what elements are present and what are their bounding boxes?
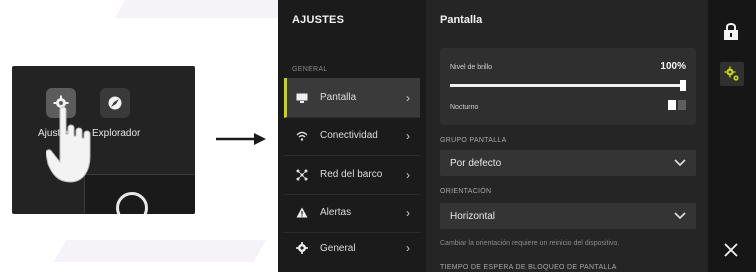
pointing-hand-icon (46, 106, 91, 183)
wifi-icon (294, 128, 310, 144)
warning-icon (294, 205, 310, 221)
sidebar-item-pantalla[interactable]: Pantalla › (284, 78, 420, 118)
lock-icon[interactable] (723, 22, 739, 40)
page-title: Pantalla (440, 14, 483, 26)
sidebar-item-label: Conectividad (320, 130, 378, 141)
device-screen: AJUSTES GENERAL Pantalla › Conectividad … (278, 0, 756, 272)
display-group-label: GRUPO PANTALLA (440, 137, 507, 144)
display-icon (294, 90, 310, 106)
night-mode-label: Nocturno (450, 104, 479, 111)
compass-icon (108, 96, 122, 110)
sidebar-item-label: General (320, 242, 356, 254)
close-icon[interactable] (723, 242, 739, 258)
brightness-label: Nivel de brillo (450, 64, 493, 71)
toggle-knob (668, 100, 676, 110)
sidebar-section-label: GENERAL (292, 66, 328, 73)
sidebar-item-general[interactable]: General › (284, 228, 420, 268)
gear-icon (294, 240, 310, 256)
sidebar-item-label: Red del barco (320, 169, 383, 180)
brightness-value: 100% (660, 61, 686, 72)
chevron-right-icon: › (406, 241, 410, 255)
sidebar-item-alertas[interactable]: Alertas › (284, 193, 420, 233)
sidebar-item-conectividad[interactable]: Conectividad › (284, 116, 420, 156)
sidebar-title: AJUSTES (292, 14, 345, 26)
chevron-right-icon: › (406, 205, 410, 220)
orientation-hint: Cambiar la orientación requiere un reini… (440, 240, 620, 247)
display-group-select[interactable]: Por defecto (440, 150, 696, 176)
brightness-slider[interactable] (450, 80, 686, 91)
brightness-card: Nivel de brillo 100% Nocturno (440, 48, 696, 125)
sidebar-item-label: Pantalla (320, 92, 357, 103)
toggle-track (678, 100, 686, 110)
night-mode-toggle[interactable] (668, 100, 686, 110)
home-screen-crop: Ajustes Explorador (12, 66, 195, 214)
display-settings-panel: Pantalla Nivel de brillo 100% Nocturno G… (426, 0, 708, 272)
explorer-app-icon[interactable] (100, 88, 130, 118)
display-group-value: Por defecto (450, 157, 502, 169)
settings-sidebar: AJUSTES GENERAL Pantalla › Conectividad … (278, 0, 426, 272)
watermark (53, 240, 267, 262)
orientation-value: Horizontal (450, 210, 496, 222)
explorer-app-label: Explorador (92, 128, 141, 139)
orientation-label: ORIENTACIÓN (440, 188, 492, 195)
brightness-slider-fill (450, 84, 686, 87)
network-icon (294, 167, 310, 183)
right-arrow-icon (216, 133, 266, 145)
settings-button[interactable] (720, 62, 744, 86)
chevron-right-icon: › (406, 90, 410, 105)
chevron-right-icon: › (406, 167, 410, 182)
chevron-down-icon (674, 159, 686, 167)
brightness-slider-thumb[interactable] (680, 80, 686, 91)
watermark (114, 0, 306, 18)
chevron-down-icon (674, 212, 686, 220)
lock-timeout-label: TIEMPO DE ESPERA DE BLOQUEO DE PANTALLA (440, 264, 617, 271)
sidebar-item-label: Alertas (320, 207, 352, 218)
settings-icon (724, 66, 739, 81)
sidebar-item-red-del-barco[interactable]: Red del barco › (284, 155, 420, 195)
right-rail (708, 0, 756, 272)
chevron-right-icon: › (406, 128, 410, 143)
orientation-select[interactable]: Horizontal (440, 203, 696, 229)
